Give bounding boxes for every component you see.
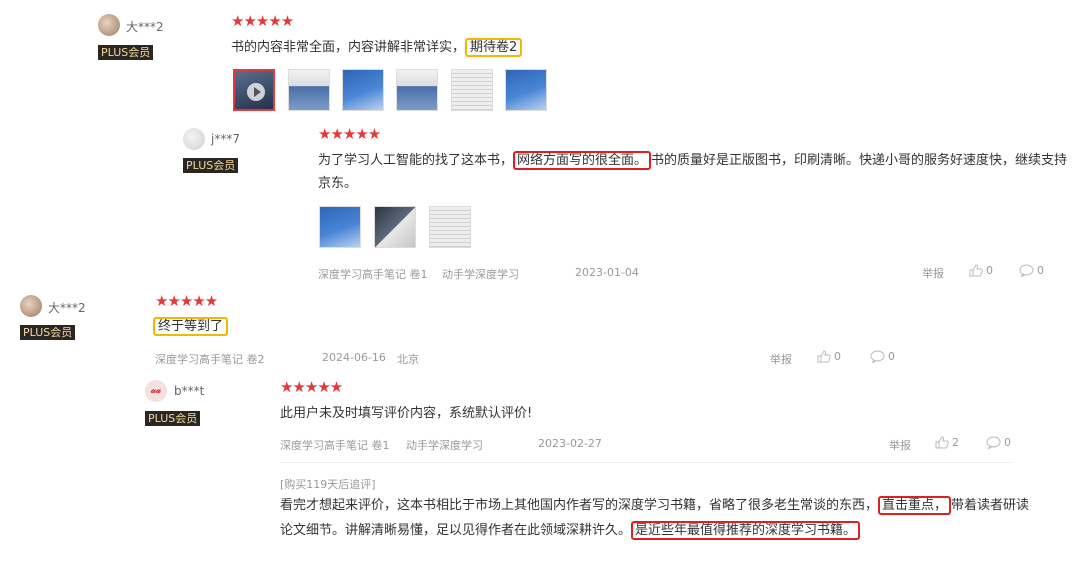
- highlighted-phrase: 期待卷2: [465, 38, 523, 57]
- review-text: 此用户未及时填写评价内容，系统默认评价!: [280, 406, 533, 421]
- review-image-thumbnail[interactable]: [429, 206, 471, 248]
- thumbs-up-icon: [969, 264, 983, 277]
- review-date: 2023-02-27: [538, 437, 602, 450]
- review-video-thumbnail[interactable]: [233, 69, 275, 111]
- user-avatar[interactable]: [98, 14, 120, 36]
- followup-text-line: 论文细节。讲解清晰易懂，足以见得作者在此领域深耕许久。 是近些年最值得推荐的深度学…: [280, 521, 861, 541]
- username[interactable]: 大***2: [126, 18, 164, 35]
- rating-stars: ★★★★★: [155, 292, 218, 310]
- review-image-thumbnail[interactable]: [319, 206, 361, 248]
- plus-member-badge: PLUS会员: [98, 45, 154, 60]
- product-name: 深度学习高手笔记 卷2: [155, 353, 265, 366]
- username[interactable]: j***7: [211, 132, 240, 146]
- followup-label: [购买119天后追评]: [280, 478, 376, 491]
- review-date: 2023-01-04: [575, 266, 639, 279]
- rating-stars: ★★★★★: [231, 12, 294, 30]
- like-count: 0: [834, 350, 841, 363]
- like-button[interactable]: 2: [935, 436, 959, 449]
- review-text: 终于等到了: [153, 317, 229, 337]
- highlighted-phrase: 终于等到了: [153, 317, 229, 336]
- comment-bubble-icon: [986, 436, 1001, 449]
- followup-text-part: 看完才想起来评价，这本书相比于市场上其他国内作者写的深度学习书籍，省略了很多老生…: [280, 498, 879, 513]
- highlighted-phrase: 网络方面写的很全面。: [513, 151, 652, 170]
- product-variant: 动手学深度学习: [442, 268, 519, 281]
- report-link[interactable]: 举报: [889, 437, 911, 453]
- comment-bubble-icon: [1019, 264, 1034, 277]
- user-avatar[interactable]: [20, 295, 42, 317]
- rating-stars: ★★★★★: [280, 378, 343, 396]
- like-button[interactable]: 0: [817, 350, 841, 363]
- comment-count: 0: [1004, 436, 1011, 449]
- highlighted-phrase: 是近些年最值得推荐的深度学习书籍。: [631, 521, 861, 540]
- followup-text-part: 带着读者研读: [951, 498, 1030, 513]
- product-variant: 动手学深度学习: [406, 439, 483, 452]
- comment-bubble-icon: [870, 350, 885, 363]
- comment-count: 0: [888, 350, 895, 363]
- thumbs-up-icon: [817, 350, 831, 363]
- rating-stars: ★★★★★: [318, 125, 381, 143]
- review-image-thumbnail[interactable]: [374, 206, 416, 248]
- review-image-thumbnail[interactable]: [505, 69, 547, 111]
- review-text-line: 京东。: [318, 176, 358, 191]
- report-link[interactable]: 举报: [770, 351, 792, 367]
- review-image-thumbnail[interactable]: [451, 69, 493, 111]
- comment-count: 0: [1037, 264, 1044, 277]
- user-avatar[interactable]: 𝒶𝒶: [145, 380, 167, 402]
- followup-divider: [280, 462, 1012, 463]
- review-text: 书的内容非常全面，内容讲解非常详实， 期待卷2: [231, 38, 523, 58]
- like-button[interactable]: 0: [969, 264, 993, 277]
- review-image-thumbnail[interactable]: [396, 69, 438, 111]
- plus-member-badge: PLUS会员: [20, 325, 76, 340]
- review-text-part: 书的内容非常全面，内容讲解非常详实，: [231, 40, 466, 55]
- review-date: 2024-06-16: [322, 351, 386, 364]
- username[interactable]: 大***2: [48, 299, 86, 316]
- like-count: 0: [986, 264, 993, 277]
- highlighted-phrase: 直击重点，: [878, 496, 952, 515]
- like-count: 2: [952, 436, 959, 449]
- followup-text-line: 看完才想起来评价，这本书相比于市场上其他国内作者写的深度学习书籍，省略了很多老生…: [280, 496, 1029, 516]
- review-image-thumbnail[interactable]: [288, 69, 330, 111]
- report-link[interactable]: 举报: [922, 265, 944, 281]
- play-icon: [247, 83, 265, 101]
- plus-member-badge: PLUS会员: [183, 158, 239, 173]
- product-name: 深度学习高手笔记 卷1: [318, 268, 428, 281]
- review-text-part: 书的质量好是正版图书，印刷清晰。快递小哥的服务好速度快，继续支持: [651, 153, 1068, 168]
- review-text-part: 为了学习人工智能的找了这本书，: [318, 153, 514, 168]
- user-avatar[interactable]: [183, 128, 205, 150]
- plus-member-badge: PLUS会员: [145, 411, 201, 426]
- review-image-thumbnail[interactable]: [342, 69, 384, 111]
- username[interactable]: b***t: [174, 384, 204, 398]
- thumbs-up-icon: [935, 436, 949, 449]
- followup-text-part: 论文细节。讲解清晰易懂，足以见得作者在此领域深耕许久。: [280, 523, 632, 538]
- comment-button[interactable]: 0: [870, 350, 895, 363]
- review-location: 北京: [397, 353, 419, 366]
- comment-button[interactable]: 0: [1019, 264, 1044, 277]
- review-text-line: 为了学习人工智能的找了这本书， 网络方面写的很全面。 书的质量好是正版图书，印刷清晰…: [318, 151, 1067, 171]
- product-name: 深度学习高手笔记 卷1: [280, 439, 390, 452]
- comment-button[interactable]: 0: [986, 436, 1011, 449]
